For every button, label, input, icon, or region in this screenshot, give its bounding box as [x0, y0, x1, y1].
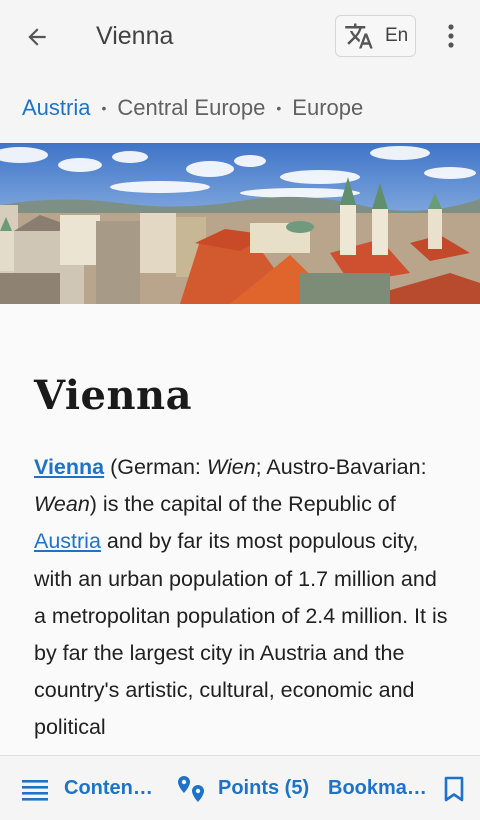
- breadcrumb: Austria • Central Europe • Europe: [0, 72, 480, 143]
- bookmarks-label: Bookma…: [328, 777, 427, 799]
- breadcrumb-separator: •: [101, 99, 107, 116]
- top-app-bar: Vienna En: [0, 0, 480, 72]
- contents-button[interactable]: Conten…: [22, 756, 153, 820]
- more-vertical-icon: [448, 24, 454, 48]
- more-options-button[interactable]: [430, 14, 472, 58]
- article-content: Vienna Vienna (German: Wien; Austro-Bava…: [0, 304, 480, 755]
- bookmarks-button[interactable]: Bookma…: [328, 756, 465, 820]
- bookmark-icon: [444, 776, 464, 801]
- page-title: Vienna: [96, 22, 174, 50]
- language-code: En: [385, 25, 409, 46]
- link-austria[interactable]: Austria: [34, 529, 101, 553]
- breadcrumb-item-central-europe[interactable]: Central Europe: [117, 95, 265, 121]
- hero-image: [0, 143, 480, 304]
- language-button[interactable]: En: [335, 15, 416, 57]
- map-pins-icon: [178, 775, 204, 802]
- breadcrumb-link-austria[interactable]: Austria: [22, 95, 90, 121]
- bottom-bar: Conten… Points (5) Bookma…: [0, 755, 480, 820]
- article-title: Vienna: [34, 372, 193, 419]
- breadcrumb-separator: •: [276, 99, 282, 116]
- back-button[interactable]: [14, 14, 60, 60]
- points-label: Points (5): [218, 777, 310, 799]
- contents-label: Conten…: [64, 777, 153, 799]
- list-icon: [22, 779, 48, 801]
- translate-icon: [345, 23, 373, 49]
- breadcrumb-item-europe[interactable]: Europe: [292, 95, 363, 121]
- article-paragraph: Vienna (German: Wien; Austro-Bavarian: W…: [34, 455, 448, 740]
- arrow-left-icon: [28, 28, 46, 46]
- points-button[interactable]: Points (5): [176, 756, 309, 820]
- link-vienna[interactable]: Vienna: [34, 455, 104, 479]
